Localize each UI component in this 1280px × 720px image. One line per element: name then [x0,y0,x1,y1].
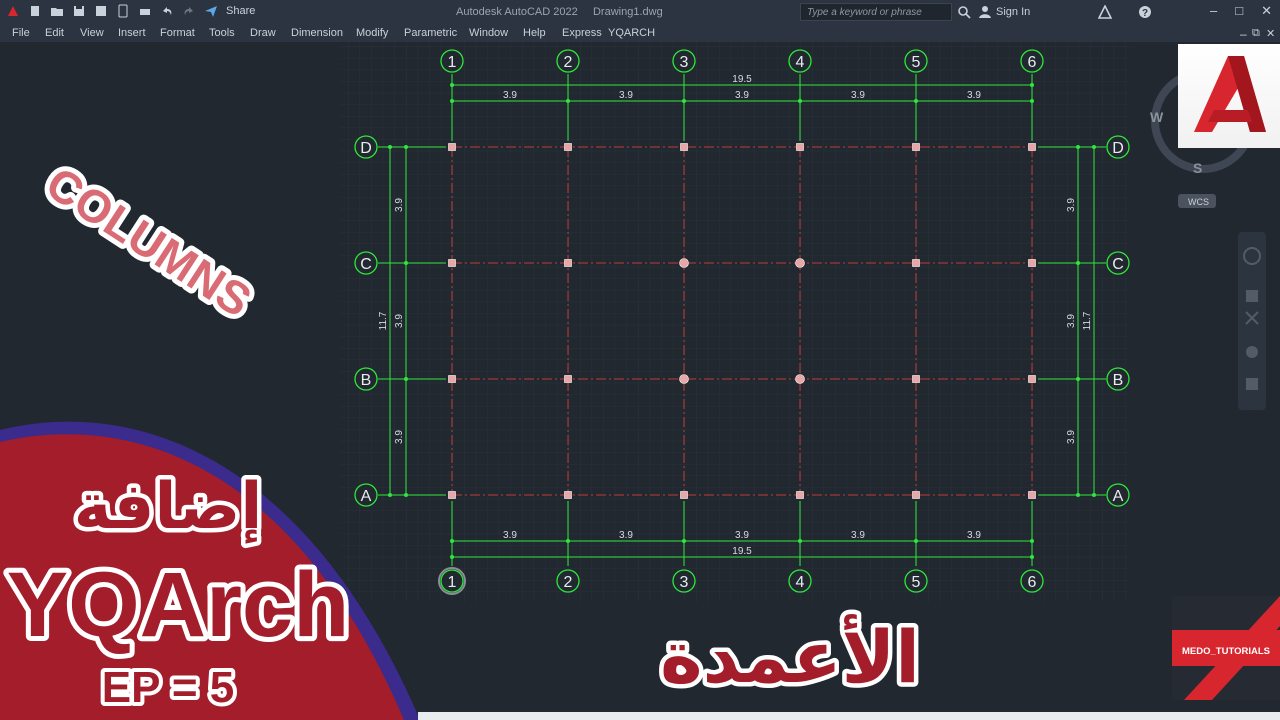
thumbnail-overlay: COLUMNS إضافة YQArch EP = 5 الأعمدة [0,152,1280,720]
columns-tag: COLUMNS [32,152,265,332]
arabic-columns-text: الأعمدة [660,613,920,698]
bottom-status-strip [418,712,1280,720]
channel-logo: MEDO_TUTORIALS [1172,596,1280,700]
columns-tag-text: COLUMNS [37,157,260,327]
plugin-name-text: YQArch [7,554,350,656]
arabic-add-text: إضافة [74,470,263,544]
channel-name: MEDO_TUTORIALS [1182,646,1270,657]
episode-text: EP = 5 [102,663,235,712]
